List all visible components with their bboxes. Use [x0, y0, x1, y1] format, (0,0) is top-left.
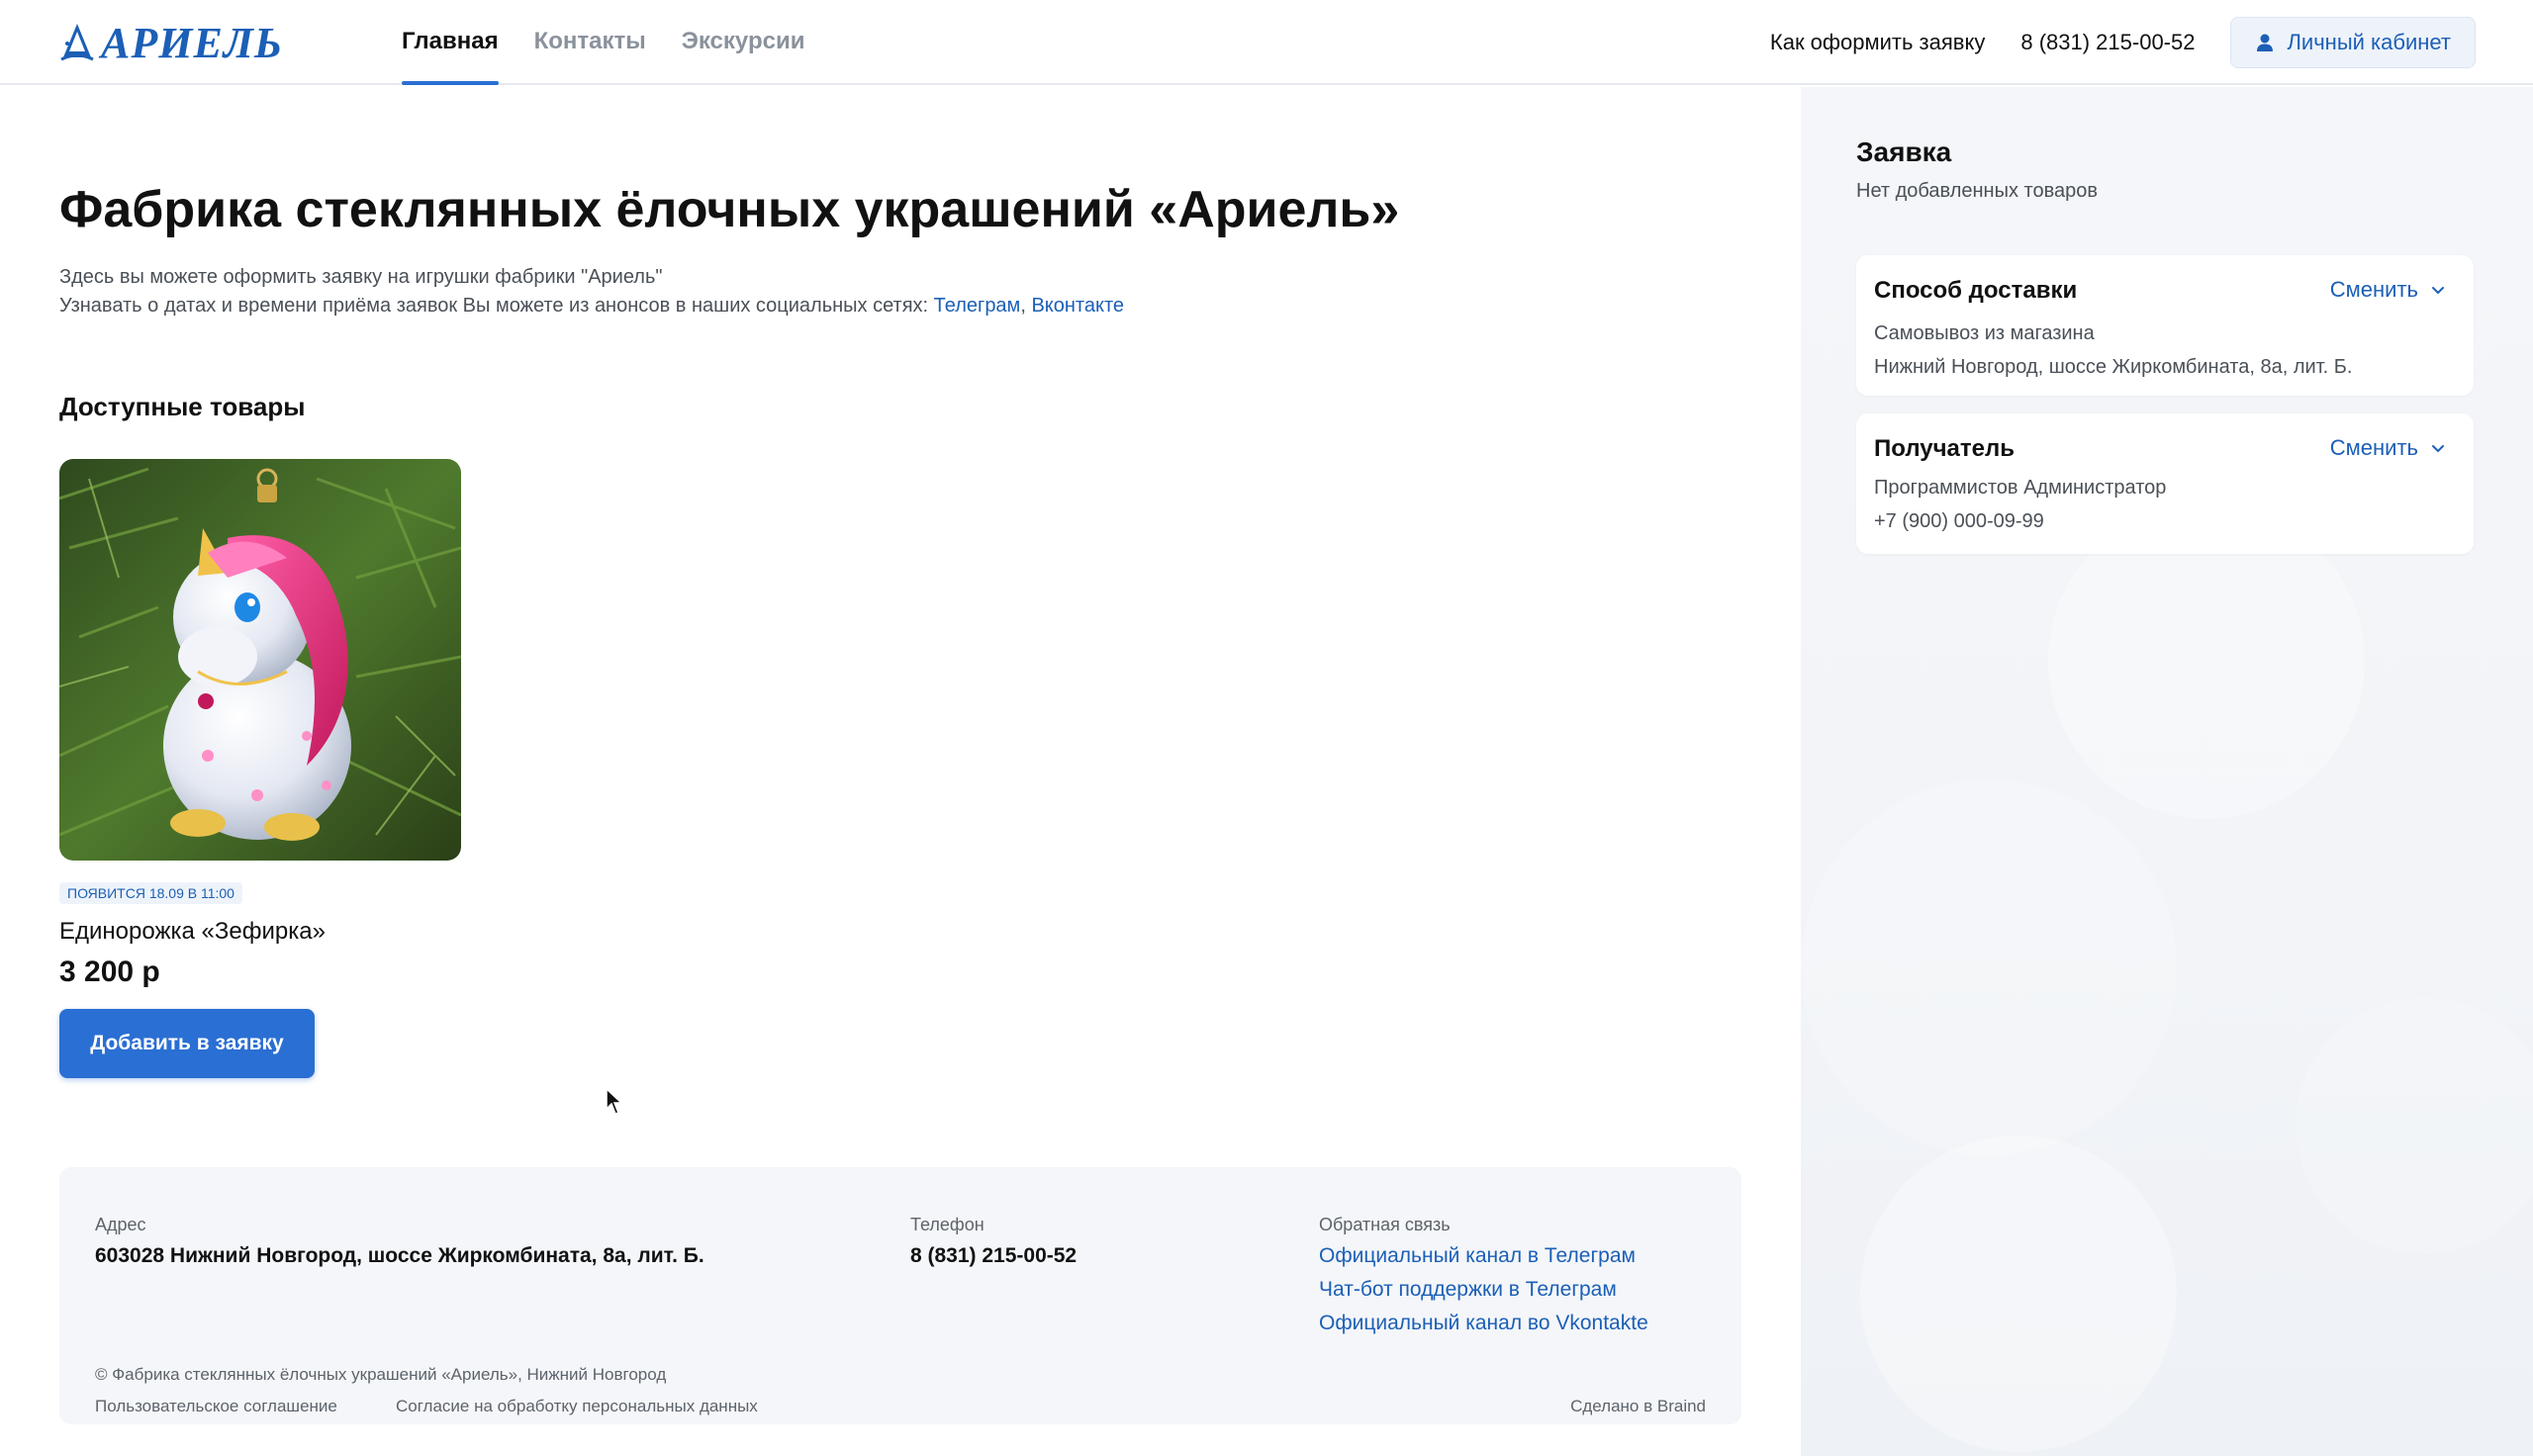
personal-cabinet-button[interactable]: Личный кабинет [2230, 17, 2476, 68]
nav-item-home[interactable]: Главная [402, 0, 499, 85]
telegram-link[interactable]: Телеграм [934, 295, 1021, 317]
recipient-title: Получатель [1874, 435, 2015, 462]
nav-item-excursions[interactable]: Экскурсии [682, 0, 805, 85]
intro-text: Здесь вы можете оформить заявку на игруш… [59, 263, 1124, 320]
telegram-channel-link[interactable]: Официальный канал в Телеграм [1319, 1244, 1636, 1268]
site-header: АРИЕЛЬ Главная Контакты Экскурсии Как оф… [0, 0, 2533, 85]
bokeh-decoration [1860, 1136, 2177, 1452]
product-price: 3 200 р [59, 956, 160, 988]
add-to-request-button[interactable]: Добавить в заявку [59, 1009, 315, 1078]
recipient-change-label: Сменить [2329, 435, 2418, 460]
vkontakte-channel-link[interactable]: Официальный канал во Vkontakte [1319, 1312, 1648, 1335]
request-title: Заявка [1856, 136, 1952, 167]
intro-line-1: Здесь вы можете оформить заявку на игруш… [59, 266, 663, 288]
request-sidebar: Заявка Нет добавленных товаров Способ до… [1801, 87, 2533, 1456]
nav-item-contacts[interactable]: Контакты [534, 0, 646, 85]
address-value: 603028 Нижний Новгород, шоссе Жиркомбина… [95, 1244, 704, 1267]
address-label: Адрес [95, 1215, 146, 1234]
intro-line-2: Узнавать о датах и времени приёма заявок… [59, 292, 1124, 320]
personal-data-link[interactable]: Согласие на обработку персональных данны… [396, 1397, 758, 1416]
made-by-link[interactable]: Сделано в Braind [1570, 1397, 1706, 1416]
vkontakte-link[interactable]: Вконтакте [1031, 295, 1124, 317]
product-card: появится 18.09 в 11:00 Единорожка «Зефир… [59, 459, 461, 1078]
main-content: Фабрика стеклянных ёлочных украшений «Ар… [59, 85, 1781, 1173]
page-title: Фабрика стеклянных ёлочных украшений «Ар… [59, 181, 1400, 238]
header-phone[interactable]: 8 (831) 215-00-52 [2020, 30, 2195, 55]
recipient-phone: +7 (900) 000-09-99 [1874, 510, 2044, 532]
delivery-change-label: Сменить [2329, 277, 2418, 302]
intro-line-2-text: Узнавать о датах и времени приёма заявок… [59, 295, 929, 317]
main-nav: Главная Контакты Экскурсии [402, 0, 840, 85]
delivery-method-value: Самовывоз из магазина [1874, 322, 2095, 344]
logo[interactable]: АРИЕЛЬ [57, 18, 283, 67]
phone-value[interactable]: 8 (831) 215-00-52 [910, 1244, 1077, 1268]
chevron-down-icon [2432, 287, 2444, 295]
delivery-method-title: Способ доставки [1874, 277, 2078, 304]
bokeh-decoration [2296, 997, 2533, 1254]
recipient-change-button[interactable]: Сменить [2330, 435, 2446, 461]
product-name[interactable]: Единорожка «Зефирка» [59, 918, 461, 946]
chevron-down-icon [2432, 445, 2444, 453]
bokeh-decoration [1801, 779, 2177, 1155]
copyright: © Фабрика стеклянных ёлочных украшений «… [95, 1365, 667, 1384]
request-empty-text: Нет добавленных товаров [1856, 180, 2098, 202]
delivery-address: Нижний Новгород, шоссе Жиркомбината, 8а,… [1874, 356, 2353, 378]
user-agreement-link[interactable]: Пользовательское соглашение [95, 1397, 337, 1416]
logo-text: АРИЕЛЬ [101, 18, 283, 67]
available-products-title: Доступные товары [59, 392, 306, 421]
mouse-cursor-icon [606, 1088, 623, 1115]
delivery-method-card: Способ доставки Сменить Самовывоз из маг… [1856, 255, 2474, 396]
personal-cabinet-label: Личный кабинет [2287, 30, 2451, 54]
recipient-card: Получатель Сменить Программистов Админис… [1856, 413, 2474, 554]
link-separator: , [1020, 295, 1026, 317]
user-icon [2257, 34, 2274, 51]
header-right: Как оформить заявку 8 (831) 215-00-52 Ли… [1770, 0, 2476, 85]
telegram-bot-link[interactable]: Чат-бот поддержки в Телеграм [1319, 1278, 1617, 1302]
phone-label: Телефон [910, 1215, 985, 1234]
product-image[interactable] [59, 459, 461, 861]
logo-mark-icon [60, 24, 94, 61]
how-to-order-link[interactable]: Как оформить заявку [1770, 30, 1985, 55]
delivery-change-button[interactable]: Сменить [2330, 277, 2446, 303]
recipient-name: Программистов Администратор [1874, 477, 2167, 499]
feedback-label: Обратная связь [1319, 1215, 1451, 1234]
availability-badge: появится 18.09 в 11:00 [59, 882, 242, 904]
site-footer: Адрес 603028 Нижний Новгород, шоссе Жирк… [59, 1167, 1741, 1424]
